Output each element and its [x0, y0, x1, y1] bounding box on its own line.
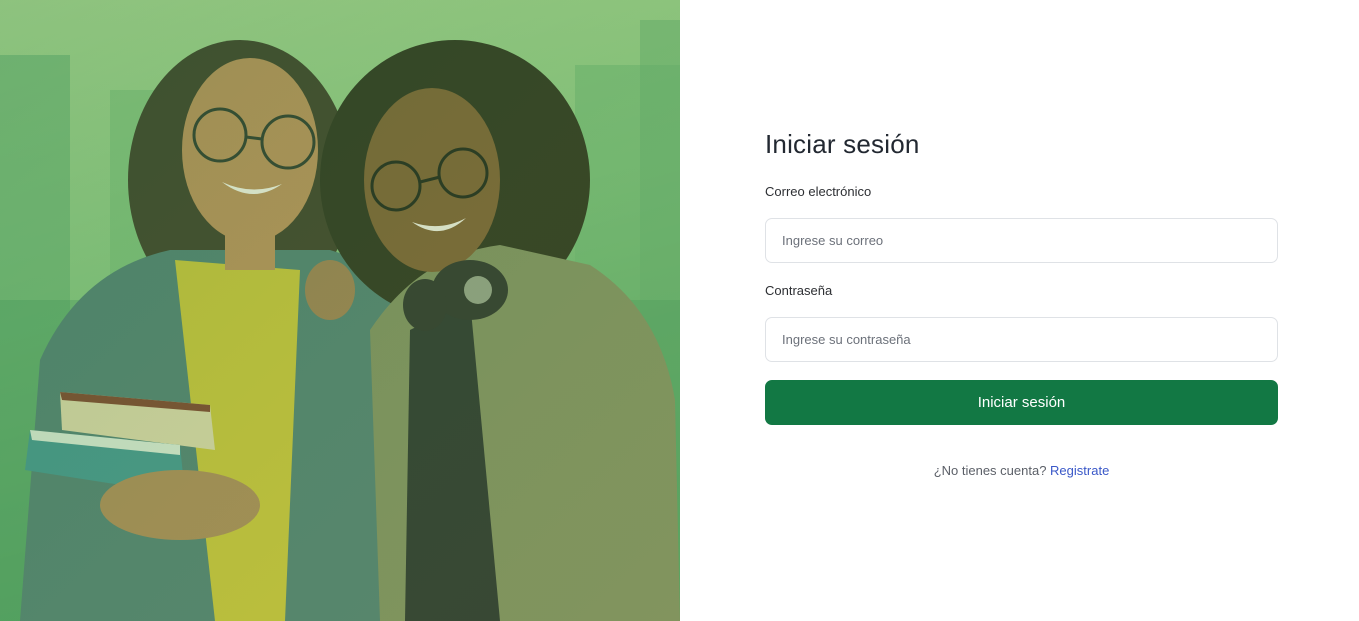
password-input-box — [765, 317, 1278, 362]
students-photo — [0, 0, 680, 621]
login-form-panel: Iniciar sesión Correo electrónico Contra… — [680, 0, 1359, 621]
password-field[interactable] — [780, 331, 1263, 348]
email-field[interactable] — [780, 232, 1263, 249]
login-page: Iniciar sesión Correo electrónico Contra… — [0, 0, 1359, 621]
login-form: Iniciar sesión Correo electrónico Contra… — [765, 124, 1278, 478]
hero-image-panel — [0, 0, 680, 621]
login-button[interactable]: Iniciar sesión — [765, 380, 1278, 425]
email-input-box — [765, 218, 1278, 263]
register-link[interactable]: Registrate — [1050, 463, 1109, 478]
password-label: Contraseña — [765, 283, 833, 298]
page-title: Iniciar sesión — [765, 129, 920, 159]
email-label: Correo electrónico — [765, 184, 872, 199]
signup-prompt: ¿No tienes cuenta? Registrate — [765, 463, 1278, 478]
no-account-text: ¿No tienes cuenta? — [933, 463, 1047, 478]
